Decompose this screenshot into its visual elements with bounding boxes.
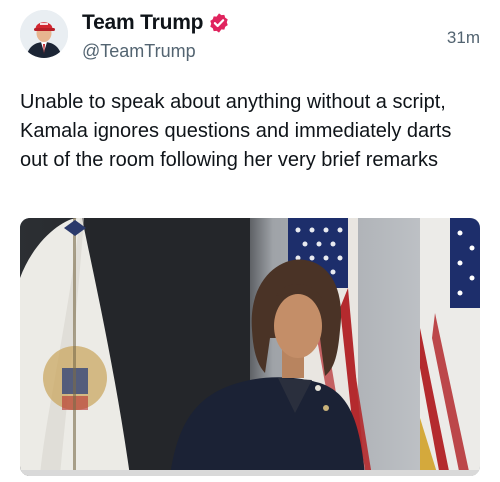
display-name[interactable]: Team Trump — [82, 11, 204, 35]
avatar[interactable] — [20, 10, 68, 58]
tweet-text: Unable to speak about anything without a… — [20, 91, 452, 171]
tweet-timestamp[interactable]: 31m — [447, 28, 480, 48]
tweet-header: Team Trump @TeamTrump 31m — [20, 10, 480, 70]
profile-photo-icon — [20, 10, 68, 58]
tweet-media-video[interactable] — [20, 218, 480, 476]
author-name-row: Team Trump — [82, 11, 230, 35]
author-handle[interactable]: @TeamTrump — [82, 41, 196, 62]
video-still-image — [20, 218, 480, 476]
verified-badge-icon — [208, 12, 230, 34]
